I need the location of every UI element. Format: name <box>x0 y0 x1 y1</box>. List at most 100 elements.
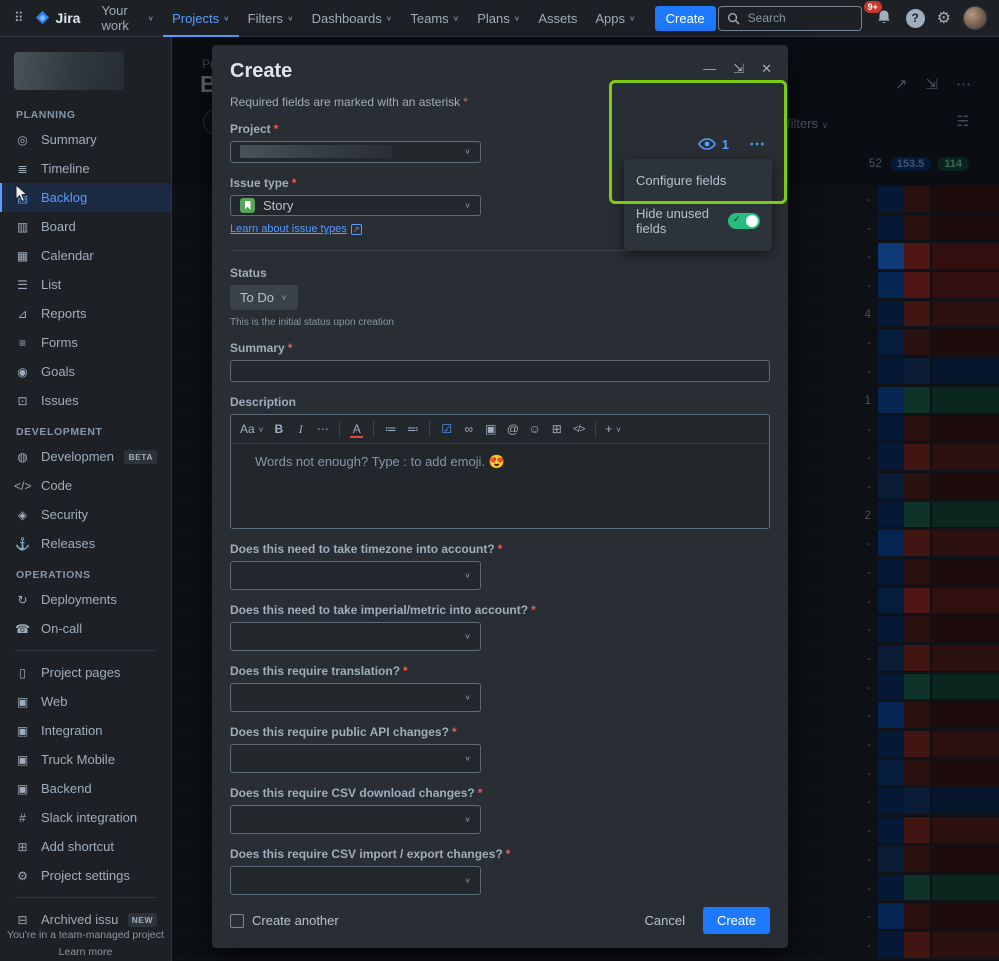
minimized-fields-indicator[interactable]: 1 <box>697 137 729 152</box>
task-checkbox-icon[interactable]: ☑ <box>436 418 457 440</box>
status-select[interactable]: To Do ∨ <box>230 285 298 311</box>
learn-more-link[interactable]: Learn more <box>0 946 171 958</box>
text-style-icon[interactable]: Aa ∨ <box>237 418 267 440</box>
link-icon[interactable]: ∞ <box>458 418 479 440</box>
fields-menu-dropdown: Configure fields Hide unused fields <box>624 159 772 250</box>
sidebar-item-development[interactable]: ◍ Development BETA <box>0 442 171 471</box>
learn-about-issue-types-link[interactable]: Learn about issue types ↗ <box>230 223 362 235</box>
emoji-icon[interactable]: ☺ <box>524 418 545 440</box>
sidebar-item-label: Slack integration <box>41 810 138 825</box>
question-label-1: Does this need to take timezone into acc… <box>230 542 503 557</box>
insert-icon[interactable]: + ∨ <box>602 418 625 440</box>
create-another-checkbox[interactable] <box>230 913 244 928</box>
question-select-5[interactable]: ∨ <box>230 805 481 835</box>
jira-logo[interactable]: Jira <box>32 10 91 27</box>
numbered-list-icon[interactable]: ≕ <box>402 418 423 440</box>
add-shortcut-icon: ⊞ <box>17 839 28 854</box>
exit-fullscreen-icon[interactable]: ⇲ <box>733 61 744 77</box>
description-editor[interactable]: Aa ∨ B I ⋯ A ≔ ≕ ☑ ∞ ▣ @ ☺ ⊞ </> + ∨ Words not enough? T… <box>230 414 770 530</box>
issue-type-select[interactable]: Story ∨ <box>230 194 481 217</box>
badge-new: NEW <box>127 912 157 927</box>
sidebar-item-integration[interactable]: ▣ Integration <box>0 716 171 745</box>
chevron-down-icon: ∨ <box>464 632 471 641</box>
sidebar-item-project-pages[interactable]: ▯ Project pages <box>0 658 171 687</box>
bullet-list-icon[interactable]: ≔ <box>380 418 401 440</box>
sidebar-item-releases[interactable]: ⚓ Releases <box>0 529 171 558</box>
help-icon[interactable]: ? <box>905 8 925 28</box>
hide-unused-fields-menu-item[interactable]: Hide unused fields <box>624 197 772 245</box>
more-formatting-icon[interactable]: ⋯ <box>312 418 333 440</box>
description-placeholder[interactable]: Words not enough? Type : to add emoji. 😍 <box>231 444 769 528</box>
sidebar-item-truck-mobile[interactable]: ▣ Truck Mobile <box>0 745 171 774</box>
sidebar-item-on-call[interactable]: ☎ On-call <box>0 614 171 643</box>
text-color-icon[interactable]: A <box>346 418 367 440</box>
question-select-4[interactable]: ∨ <box>230 744 481 774</box>
sidebar-item-label: Project settings <box>41 868 130 883</box>
nav-item-your-work[interactable]: Your work ∨ <box>92 0 163 37</box>
sidebar-item-issues[interactable]: ⊡ Issues <box>0 386 171 415</box>
user-avatar[interactable] <box>963 6 987 30</box>
sidebar-item-project-settings[interactable]: ⚙ Project settings <box>0 861 171 890</box>
question-select-3[interactable]: ∨ <box>230 683 481 713</box>
nav-item-plans[interactable]: Plans ∨ <box>468 0 529 37</box>
sidebar-item-label: Board <box>41 219 76 234</box>
table-icon[interactable]: ⊞ <box>546 418 567 440</box>
sidebar-item-code[interactable]: </> Code <box>0 471 171 500</box>
sidebar-item-backlog[interactable]: ▤ Backlog <box>0 183 171 212</box>
sidebar-item-slack-integration[interactable]: # Slack integration <box>0 803 171 832</box>
backlog-icon: ▤ <box>16 190 29 205</box>
sidebar-item-forms[interactable]: ≡ Forms <box>0 328 171 357</box>
sidebar-item-label: Timeline <box>41 161 90 176</box>
nav-item-assets[interactable]: Assets <box>529 0 586 37</box>
nav-item-teams[interactable]: Teams ∨ <box>401 0 468 37</box>
minimize-icon[interactable]: — <box>703 61 716 77</box>
chevron-down-icon: ∨ <box>464 147 471 156</box>
question-select-2[interactable]: ∨ <box>230 622 481 652</box>
nav-item-apps[interactable]: Apps ∨ <box>586 0 644 37</box>
summary-icon: ◎ <box>17 132 28 147</box>
sidebar-item-deployments[interactable]: ↻ Deployments <box>0 585 171 614</box>
sidebar-item-board[interactable]: ▥ Board <box>0 212 171 241</box>
create-button[interactable]: Create <box>702 907 770 934</box>
sidebar-item-web[interactable]: ▣ Web <box>0 687 171 716</box>
hide-unused-fields-toggle[interactable] <box>728 213 760 229</box>
question-select-1[interactable]: ∨ <box>230 561 481 591</box>
italic-icon[interactable]: I <box>290 418 311 440</box>
sidebar-item-reports[interactable]: ⊿ Reports <box>0 299 171 328</box>
sidebar-item-summary[interactable]: ◎ Summary <box>0 125 171 154</box>
sidebar-item-label: Summary <box>41 132 97 147</box>
settings-gear-icon[interactable]: ⚙ <box>937 8 951 28</box>
image-icon[interactable]: ▣ <box>480 418 501 440</box>
code-icon[interactable]: </> <box>568 418 589 440</box>
sidebar-item-security[interactable]: ◈ Security <box>0 500 171 529</box>
mention-icon[interactable]: @ <box>502 418 523 440</box>
sidebar-item-list[interactable]: ☰ List <box>0 270 171 299</box>
security-icon: ◈ <box>17 507 28 522</box>
nav-item-filters[interactable]: Filters ∨ <box>239 0 303 37</box>
sidebar-item-label: Archived issues <box>41 912 118 927</box>
global-search[interactable] <box>717 5 862 31</box>
notifications-bell-icon[interactable]: 9+ <box>863 0 894 30</box>
timeline-icon: ≣ <box>17 161 28 176</box>
sidebar-item-add-shortcut[interactable]: ⊞ Add shortcut <box>0 832 171 861</box>
divider <box>230 250 770 252</box>
bold-icon[interactable]: B <box>268 418 289 440</box>
configure-fields-menu-item[interactable]: Configure fields <box>624 164 772 197</box>
sidebar-item-timeline[interactable]: ≣ Timeline <box>0 154 171 183</box>
app-switcher-icon[interactable]: ⠿ <box>8 10 30 26</box>
nav-create-button[interactable]: Create <box>654 5 716 31</box>
nav-item-projects[interactable]: Projects ∨ <box>163 0 239 37</box>
more-fields-menu-icon[interactable]: ⋯ <box>749 134 766 154</box>
project-select[interactable]: ∨ <box>230 141 481 163</box>
sidebar-item-backend[interactable]: ▣ Backend <box>0 774 171 803</box>
search-input[interactable] <box>745 10 846 26</box>
cancel-button[interactable]: Cancel <box>633 907 697 934</box>
nav-item-dashboards[interactable]: Dashboards ∨ <box>303 0 402 37</box>
summary-input[interactable] <box>230 360 770 383</box>
sidebar-item-label: Calendar <box>41 248 94 263</box>
sidebar-item-goals[interactable]: ◉ Goals <box>0 357 171 386</box>
question-select-6[interactable]: ∨ <box>230 866 481 895</box>
close-icon[interactable]: ✕ <box>761 61 772 77</box>
editor-toolbar: Aa ∨ B I ⋯ A ≔ ≕ ☑ ∞ ▣ @ ☺ ⊞ </> + ∨ <box>231 415 769 445</box>
sidebar-item-calendar[interactable]: ▦ Calendar <box>0 241 171 270</box>
